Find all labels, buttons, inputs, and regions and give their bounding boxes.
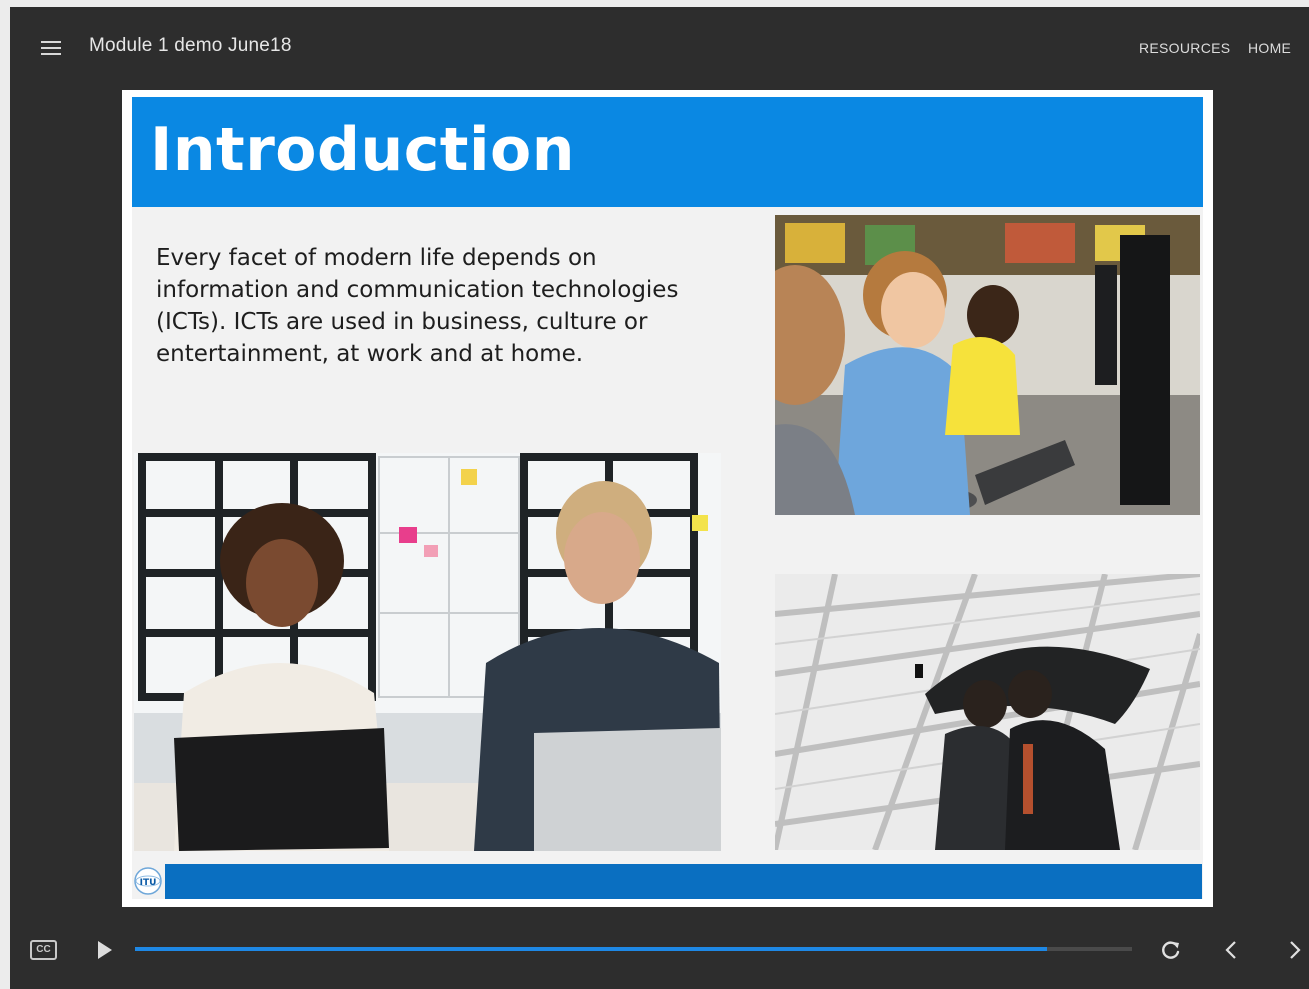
slide-canvas: Introduction Every facet of modern life … <box>132 97 1203 899</box>
slide: Introduction Every facet of modern life … <box>122 90 1213 907</box>
children-computers-photo <box>775 215 1200 515</box>
home-link[interactable]: HOME <box>1248 40 1291 56</box>
hamburger-menu-icon[interactable] <box>38 37 64 59</box>
slide-footer-bar <box>165 864 1202 899</box>
closed-captions-icon[interactable]: CC <box>30 940 57 960</box>
replay-icon[interactable] <box>1156 935 1186 965</box>
progress-bar-fill <box>135 947 1048 951</box>
chevron-right-icon[interactable] <box>1279 935 1309 965</box>
svg-text:ITU: ITU <box>140 878 157 888</box>
chevron-left-icon[interactable] <box>1217 935 1247 965</box>
course-player: Module 1 demo June18 RESOURCES HOME Intr… <box>10 7 1309 989</box>
itu-logo: ITU <box>134 867 162 895</box>
slide-title: Introduction <box>150 115 575 185</box>
slide-title-bar: Introduction <box>132 97 1203 207</box>
resources-link[interactable]: RESOURCES <box>1139 40 1230 56</box>
progress-bar[interactable] <box>135 947 1132 951</box>
slide-body-text: Every facet of modern life depends on in… <box>156 245 679 367</box>
top-bar: Module 1 demo June18 RESOURCES HOME <box>10 7 1309 89</box>
play-icon[interactable] <box>98 941 112 959</box>
umbrella-selfie-photo <box>775 574 1200 850</box>
office-colleagues-photo <box>134 453 721 851</box>
course-title: Module 1 demo June18 <box>89 35 292 56</box>
